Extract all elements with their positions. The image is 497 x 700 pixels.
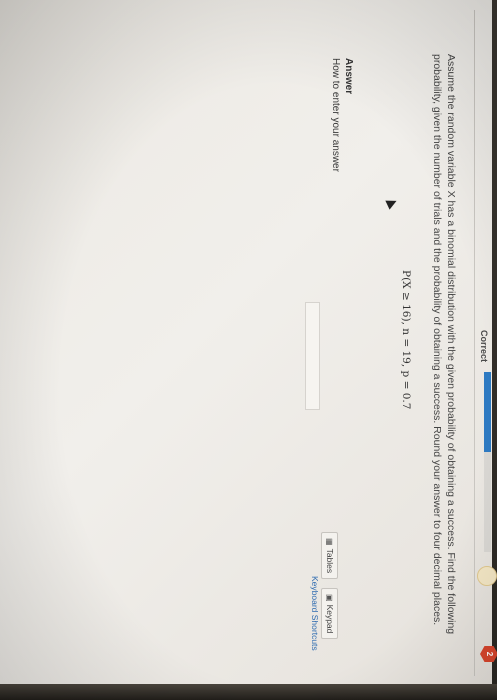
- photo-background: Correct 2 Assume the random variable X h…: [0, 0, 497, 700]
- table-icon: ▦: [325, 538, 334, 546]
- question-page: Correct 2 Assume the random variable X h…: [0, 0, 497, 686]
- laptop-bezel: [0, 684, 497, 700]
- streak-ring-icon: [477, 566, 497, 586]
- answer-input[interactable]: [305, 302, 320, 410]
- status-label: Correct: [479, 330, 489, 363]
- probability-formula: P(X ≥ 16), n = 19, p = 0.7: [400, 270, 412, 410]
- keypad-icon: ▣: [325, 594, 334, 602]
- keypad-button[interactable]: ▣ Keypad: [321, 588, 338, 640]
- question-text: Assume the random variable X has a binom…: [431, 54, 457, 635]
- keypad-label: Keypad: [325, 604, 335, 634]
- divider: [474, 10, 475, 676]
- screen: Correct 2 Assume the random variable X h…: [0, 0, 497, 686]
- title-bar: Correct 2: [474, 0, 497, 686]
- notification-badge[interactable]: 2: [480, 646, 497, 662]
- keyboard-shortcuts-link[interactable]: Keyboard Shortcuts: [310, 576, 320, 651]
- how-to-enter-answer-link[interactable]: How to enter your answer: [330, 58, 341, 172]
- badge-count: 2: [485, 651, 494, 657]
- tables-button[interactable]: ▦ Tables: [321, 532, 338, 580]
- answer-label: Answer: [343, 58, 354, 95]
- progress-bar-filled: [484, 372, 491, 452]
- progress-bar-track: [484, 452, 491, 552]
- tables-label: Tables: [325, 548, 335, 574]
- mouse-cursor-icon: [385, 196, 399, 210]
